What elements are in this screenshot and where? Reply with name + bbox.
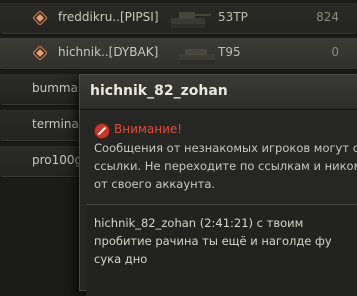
tank-icon [179,49,215,64]
player-row[interactable]: freddikru..[PIPSI] 53TP 824 [0,3,357,35]
row-divider [2,33,355,34]
player-name: hichnik..[DYBAK] [58,45,159,59]
warning-icon [94,123,110,139]
tank-name: 53TP [218,10,248,24]
row-divider [2,68,355,69]
warning-title: Внимание! [114,122,183,136]
chat-message-area[interactable]: hichnik_82_zohan (2:41:21) с твоим проби… [86,206,357,296]
warning-panel: Внимание! Сообщения от незнакомых игроко… [86,117,357,195]
popup-header[interactable]: hichnik_82_zohan [80,75,357,110]
player-name: pro100g [32,153,83,167]
tank-icon [171,12,211,28]
popup-title: hichnik_82_zohan [90,83,228,99]
player-chat-popup[interactable]: hichnik_82_zohan Внимание! Сообщения от … [79,74,357,296]
chat-message: hichnik_82_zohan (2:41:21) с твоим проби… [94,216,332,266]
player-row-selected[interactable]: hichnik..[DYBAK] T95 0 [0,38,357,70]
rank-diamond-icon [33,46,47,60]
rank-diamond-icon [33,11,47,25]
player-score: 824 [316,10,339,24]
section-divider [86,204,357,205]
player-name: terminat [32,117,84,131]
player-score: 0 [331,45,339,59]
player-name: freddikru..[PIPSI] [58,10,159,24]
warning-text: Сообщения от незнакомых игроков могут со… [94,141,357,191]
tank-name: T95 [218,45,241,59]
player-name: bummas [32,81,85,95]
